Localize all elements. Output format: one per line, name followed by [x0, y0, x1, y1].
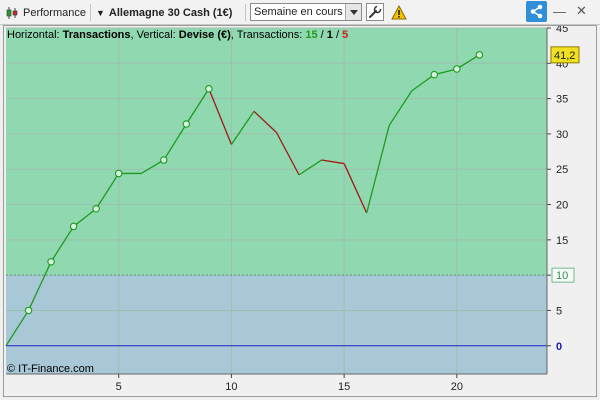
y-tick-label: 20: [556, 200, 568, 212]
y-tick-label: 35: [556, 94, 568, 106]
trade-marker: [205, 84, 213, 93]
toolbar-divider: [90, 4, 91, 21]
current-value-text: 41,2: [554, 50, 575, 62]
x-tick-label: 20: [451, 381, 463, 393]
y-tick-label: 30: [556, 129, 568, 141]
instrument-label: Allemagne 30 Cash (1€): [108, 6, 233, 19]
threshold-label-box: 10: [551, 267, 575, 283]
trade-marker: [24, 306, 33, 315]
y-axis: 51520253035404510041,2: [546, 23, 580, 374]
lower-zone: [6, 275, 547, 374]
upper-zone: [6, 28, 547, 276]
close-icon[interactable]: ✕: [576, 3, 587, 19]
y-tick-label: 25: [556, 164, 568, 176]
candles-icon: [6, 6, 18, 19]
trade-marker: [69, 222, 78, 231]
x-tick-label: 10: [225, 381, 237, 393]
trade-marker: [92, 205, 100, 213]
performance-button[interactable]: Performance: [6, 0, 86, 25]
period-select[interactable]: Semaine en cours: [250, 3, 362, 21]
toolbar-divider: [245, 4, 246, 21]
share-button[interactable]: [526, 1, 547, 22]
current-value-label: 41,2: [550, 46, 580, 64]
chart-panel: 5 15 20 25 30 35 40 45 10 0 41,2 5 10 15 20 Horizonta…: [3, 23, 597, 397]
period-value: Semaine en cours: [254, 6, 343, 18]
x-tick-label: 5: [116, 381, 122, 393]
trade-marker: [475, 51, 484, 59]
chart-header: Horizontal: Transactions, Vertical: Devi…: [7, 29, 348, 41]
zero-label: 0: [556, 341, 562, 353]
performance-chart[interactable]: 51520253035404510041,2 5 10 15 20 Horizonta…: [4, 23, 596, 396]
y-tick-label: 45: [556, 26, 568, 35]
wrench-icon: [369, 5, 382, 18]
minimize-icon[interactable]: —: [553, 4, 566, 19]
x-tick-label: 15: [338, 381, 350, 393]
watermark: © IT-Finance.com: [7, 363, 94, 375]
toolbar: Performance ▼ Allemagne 30 Cash (1€) Sem…: [0, 0, 600, 25]
trade-marker: [160, 156, 168, 164]
trade-marker: [114, 169, 123, 178]
trade-marker: [182, 120, 191, 128]
settings-button[interactable]: [366, 3, 384, 21]
share-icon: [530, 4, 543, 19]
instrument-dropdown[interactable]: ▼ Allemagne 30 Cash (1€): [96, 0, 232, 25]
chevron-down-icon: ▼: [96, 7, 105, 18]
trade-marker: [430, 70, 439, 79]
y-tick-label: 15: [556, 235, 568, 247]
trade-marker: [47, 257, 55, 266]
y-tick-label: 5: [556, 305, 562, 317]
trade-marker: [453, 65, 461, 73]
x-axis: 5 10 15 20: [6, 373, 547, 393]
warning-icon[interactable]: [391, 4, 407, 23]
performance-label: Performance: [23, 6, 86, 19]
chevron-down-icon[interactable]: [345, 4, 361, 20]
threshold-label: 10: [556, 270, 568, 282]
